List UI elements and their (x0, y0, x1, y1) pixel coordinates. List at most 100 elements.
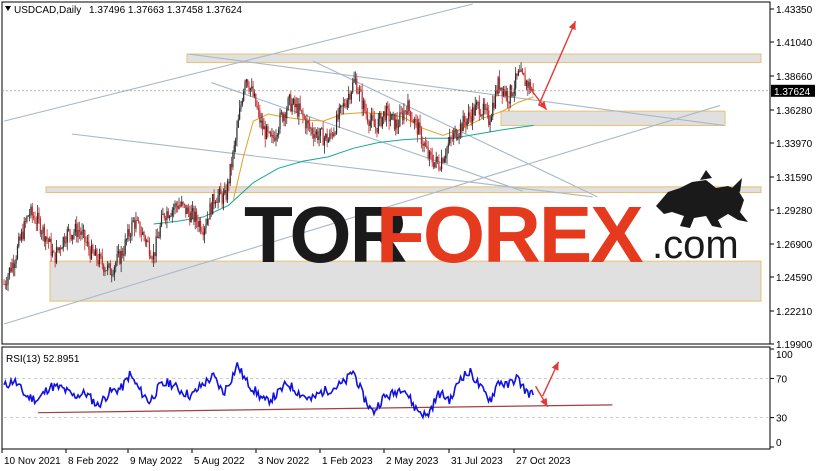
candle-body (385, 105, 387, 121)
candle-body (401, 112, 404, 121)
candle-body (116, 253, 118, 263)
candle-body (8, 267, 10, 276)
candle-body (280, 112, 282, 114)
candle-body (216, 202, 218, 203)
candle-body (451, 137, 453, 139)
candle-body (31, 206, 33, 216)
candle-body (253, 93, 256, 97)
candle-body (446, 147, 448, 156)
candle-body (375, 126, 377, 129)
usdcad-chart: TOR FOREX .com 1.37624 1.433501.410401.3… (0, 0, 816, 471)
candle-body (69, 229, 71, 236)
candle-body (286, 109, 288, 119)
candle-body (143, 232, 145, 237)
candle-body (469, 112, 471, 116)
candle-body (169, 216, 171, 218)
candle-body (356, 78, 358, 94)
time-tick-label: 9 May 2022 (130, 456, 183, 467)
candle-body (179, 205, 181, 206)
candle-body (354, 78, 357, 80)
candle-body (310, 128, 312, 130)
candle-body (338, 107, 340, 120)
candle-body (164, 217, 167, 221)
candle-body (492, 102, 494, 117)
candle-body (100, 253, 102, 257)
candle-body (294, 99, 296, 108)
candle-body (467, 112, 470, 119)
candle-body (66, 229, 68, 243)
candle-body (10, 267, 12, 272)
candle-body (340, 105, 342, 108)
candle-body (30, 206, 32, 215)
candle-body (271, 134, 273, 137)
candle-body (473, 107, 475, 116)
candle-body (373, 119, 375, 127)
candle-body (177, 206, 179, 209)
candle-body (348, 93, 350, 100)
candle-body (525, 81, 528, 86)
candle-body (208, 218, 210, 220)
candle-body (325, 133, 327, 139)
price-tick-label: 1.22210 (776, 307, 813, 318)
candle-body (412, 120, 414, 123)
candle-body (512, 93, 514, 96)
candle-body (206, 218, 208, 225)
candle-body (410, 111, 412, 121)
candle-body (68, 229, 70, 231)
candle-body (148, 241, 151, 256)
zone-0 (186, 53, 762, 64)
candle-body (232, 152, 234, 168)
candle-body (22, 231, 24, 240)
candle-body (131, 221, 133, 237)
candle-body (228, 181, 230, 184)
candle-body (438, 161, 440, 170)
candle-body (178, 205, 180, 209)
candle-body (272, 134, 274, 138)
candle-body (515, 73, 517, 89)
candle-body (93, 251, 95, 256)
candle-body (322, 128, 324, 146)
candle-body (311, 128, 313, 135)
candle-body (517, 70, 519, 76)
candle-body (150, 255, 152, 259)
candle-body (92, 245, 94, 252)
candle-body (198, 221, 200, 227)
candle-body (96, 249, 98, 261)
candle-body (494, 90, 497, 108)
candle-body (88, 241, 90, 250)
candle-body (33, 215, 35, 218)
candle-body (291, 103, 293, 112)
candle-body (162, 213, 164, 215)
candle-body (282, 112, 284, 122)
candle-body (493, 102, 495, 108)
candle-body (125, 239, 128, 241)
candle-body (278, 129, 280, 135)
candle-body (197, 221, 199, 227)
candle-body (481, 114, 483, 117)
candle-body (104, 270, 106, 272)
time-tick-label: 3 Nov 2022 (258, 456, 310, 467)
candle-body (222, 193, 225, 204)
candle-body (103, 264, 105, 272)
candle-body (443, 158, 445, 163)
candle-body (241, 100, 243, 105)
candle-body (442, 158, 444, 163)
candle-body (399, 112, 401, 127)
candle-body (353, 79, 355, 83)
candle-body (439, 169, 441, 171)
candle-body (318, 135, 320, 141)
candle-body (98, 253, 101, 265)
time-tick-label: 5 Aug 2022 (194, 456, 245, 467)
candle-body (298, 103, 300, 117)
candle-body (54, 252, 56, 263)
candle-body (43, 226, 45, 242)
candle-body (364, 100, 366, 112)
candle-body (397, 126, 400, 128)
candle-body (326, 133, 328, 143)
watermark-suffix: .com (652, 223, 739, 267)
candle-body (521, 69, 523, 74)
candle-body (140, 234, 142, 236)
time-tick-label: 31 Jul 2023 (451, 456, 503, 467)
candle-body (154, 252, 156, 257)
candle-body (466, 118, 468, 126)
